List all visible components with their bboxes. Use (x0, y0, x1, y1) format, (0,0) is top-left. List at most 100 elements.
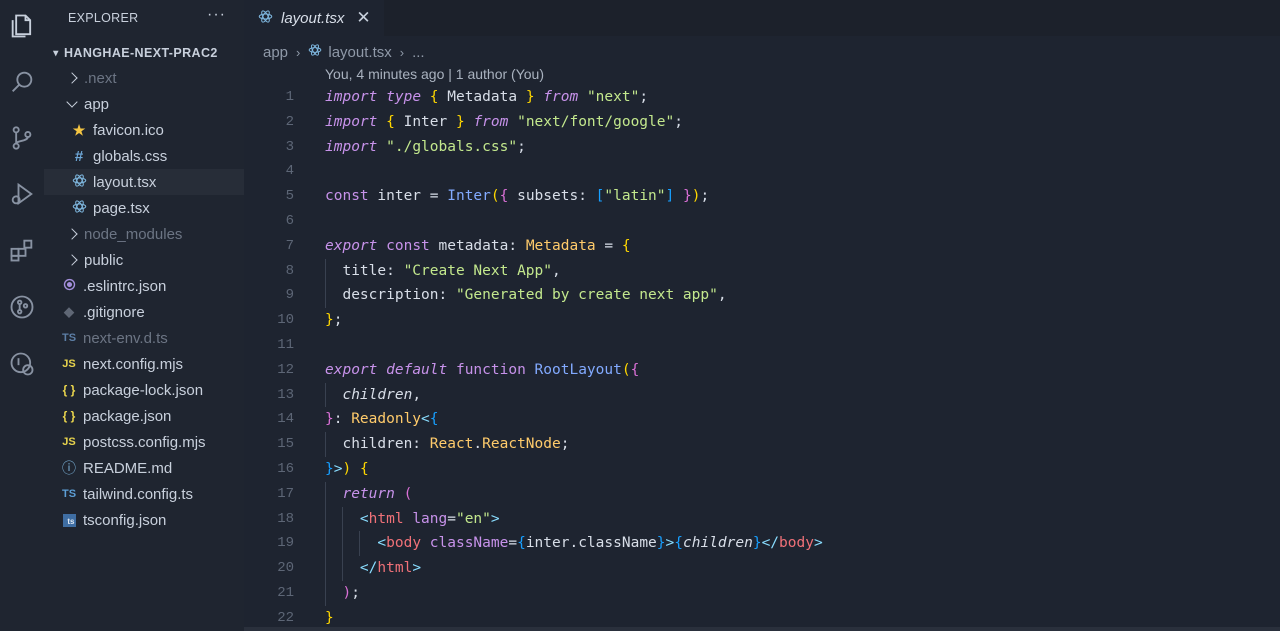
tree-file-page-tsx[interactable]: page.tsx (44, 195, 244, 221)
json-icon: { } (62, 409, 76, 423)
workspace-root[interactable]: ▾ HANGHAE-NEXT-PRAC2 (48, 44, 218, 62)
git-icon: ◆ (64, 304, 74, 319)
code-line: 2 import { Inter } from "next/font/googl… (244, 110, 1280, 135)
git-history-icon[interactable] (0, 344, 44, 384)
line-number: 1 (285, 89, 294, 105)
chevron-down-icon: ▾ (53, 47, 59, 59)
tree-item-label: README.md (83, 459, 173, 477)
search-icon[interactable] (0, 62, 44, 102)
json-icon: { } (62, 383, 76, 397)
breadcrumb-item-file[interactable]: layout.tsx (328, 44, 391, 61)
source-control-icon[interactable] (0, 118, 44, 158)
git-graph-icon[interactable] (0, 287, 44, 327)
close-icon[interactable]: ✕ (356, 8, 370, 28)
tree-folder-app[interactable]: app (44, 91, 244, 117)
code-line: 10 }; (244, 308, 1280, 333)
tree-file-eslintrc[interactable]: .eslintrc.json (44, 273, 244, 299)
tree-item-label: postcss.config.mjs (83, 433, 206, 451)
git-blame-codelens[interactable]: You, 4 minutes ago | 1 author (You) (325, 66, 544, 82)
tree-item-label: node_modules (84, 225, 183, 243)
breadcrumb: app › layout.tsx › ... (263, 43, 425, 61)
code-line: 20 </html> (244, 556, 1280, 581)
js-icon: JS (62, 436, 76, 448)
tree-item-label: package.json (83, 407, 172, 425)
line-number: 7 (285, 237, 294, 254)
line-number: 13 (277, 386, 294, 403)
tree-file-tsconfig[interactable]: ts tsconfig.json (44, 507, 244, 533)
tree-file-package-lock[interactable]: { } package-lock.json (44, 377, 244, 403)
line-number: 21 (277, 584, 294, 601)
tree-item-label: .eslintrc.json (83, 277, 167, 295)
tree-item-label: globals.css (93, 147, 168, 165)
line-number: 18 (277, 510, 294, 527)
tree-file-next-config[interactable]: JS next.config.mjs (44, 351, 244, 377)
code-line: 15 children: React.ReactNode; (244, 432, 1280, 457)
horizontal-scrollbar[interactable] (244, 627, 1280, 631)
tree-item-label: next.config.mjs (83, 355, 184, 373)
breadcrumb-item-app[interactable]: app (263, 44, 288, 61)
code-line: 8 title: "Create Next App", (244, 258, 1280, 284)
tree-item-label: package-lock.json (83, 381, 204, 399)
tab-label: layout.tsx (281, 9, 345, 27)
workspace-root-label: HANGHAE-NEXT-PRAC2 (64, 46, 218, 60)
tree-file-package-json[interactable]: { } package.json (44, 403, 244, 429)
tree-item-label: app (84, 95, 110, 113)
line-number: 15 (277, 436, 294, 453)
line-number: 11 (277, 336, 294, 353)
tree-file-postcss-config[interactable]: JS postcss.config.mjs (44, 429, 244, 455)
tree-file-tailwind-config[interactable]: TS tailwind.config.ts (44, 481, 244, 507)
explorer-title: EXPLORER (68, 11, 139, 25)
code-area[interactable]: 1 import type { Metadata } from "next"; … (244, 85, 1280, 631)
line-number: 20 (277, 560, 294, 577)
tree-folder-node-modules[interactable]: node_modules (44, 221, 244, 247)
ts-icon: TS (61, 488, 77, 500)
line-number: 4 (285, 163, 294, 180)
activity-bar (0, 0, 44, 631)
code-line: 1 import type { Metadata } from "next"; (244, 85, 1280, 110)
tree-file-readme[interactable]: ⓘ README.md (44, 455, 244, 481)
code-line: 16 }>) { (244, 457, 1280, 482)
tree-item-label: layout.tsx (93, 173, 157, 191)
tree-file-favicon[interactable]: ★ favicon.ico (44, 117, 244, 143)
explorer-icon[interactable] (0, 6, 44, 46)
breadcrumb-item-symbols[interactable]: ... (412, 44, 425, 61)
line-number: 10 (277, 312, 294, 329)
code-line: 11 (244, 333, 1280, 358)
tree-folder-next[interactable]: .next (44, 65, 244, 91)
info-icon: ⓘ (62, 460, 76, 476)
line-number: 16 (277, 460, 294, 477)
code-line: 4 (244, 159, 1280, 184)
line-number: 8 (285, 262, 294, 279)
tree-item-label: favicon.ico (93, 121, 164, 139)
code-line: 19 <body className={inter.className}>{ch… (244, 531, 1280, 557)
star-icon: ★ (72, 121, 86, 138)
tree-item-label: page.tsx (93, 199, 150, 217)
react-icon (70, 173, 88, 191)
tree-file-globals-css[interactable]: # globals.css (44, 143, 244, 169)
chevron-down-icon (66, 96, 78, 108)
line-number: 19 (277, 535, 294, 552)
line-number: 2 (285, 113, 294, 130)
tree-file-next-env[interactable]: TS next-env.d.ts (44, 325, 244, 351)
tab-layout-tsx[interactable]: layout.tsx ✕ (244, 0, 384, 36)
more-actions-icon[interactable]: ··· (207, 6, 226, 24)
editor-group: layout.tsx ✕ app › layout.tsx › ... You,… (244, 0, 1280, 631)
tree-item-label: tsconfig.json (83, 511, 167, 529)
code-line: 3 import "./globals.css"; (244, 135, 1280, 160)
code-line: 9 description: "Generated by create next… (244, 283, 1280, 309)
extensions-icon[interactable] (0, 230, 44, 270)
code-line: 12 export default function RootLayout({ (244, 358, 1280, 383)
react-icon (70, 199, 88, 217)
line-number: 3 (285, 138, 294, 155)
code-line: 5 const inter = Inter({ subsets: ["latin… (244, 184, 1280, 209)
tree-item-label: public (84, 251, 124, 269)
run-debug-icon[interactable] (0, 174, 44, 214)
line-number: 6 (285, 212, 294, 229)
tree-file-gitignore[interactable]: ◆ .gitignore (44, 299, 244, 325)
chevron-right-icon: › (399, 44, 405, 60)
explorer-sidebar: EXPLORER ··· ▾ HANGHAE-NEXT-PRAC2 .next … (44, 0, 244, 631)
tree-folder-public[interactable]: public (44, 247, 244, 273)
tree-file-layout-tsx[interactable]: layout.tsx (44, 169, 244, 195)
hash-icon: # (74, 147, 84, 165)
chevron-right-icon (66, 228, 78, 240)
